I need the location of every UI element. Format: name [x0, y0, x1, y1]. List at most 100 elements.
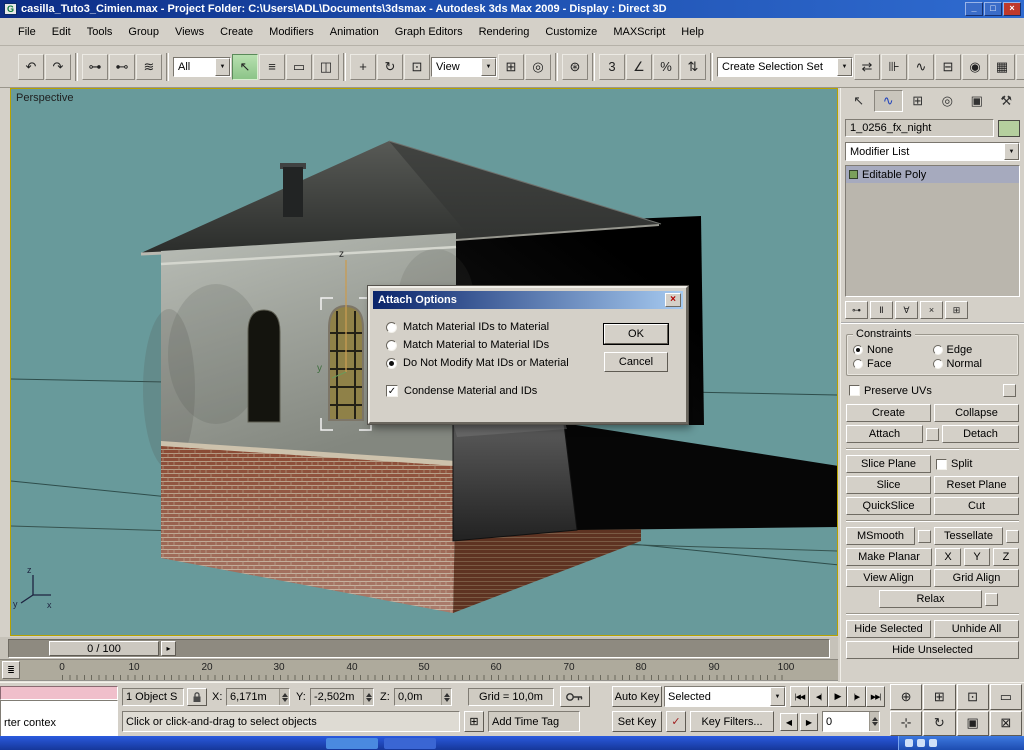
tab-modify[interactable]: ∿	[874, 90, 904, 112]
tessellate-settings-button[interactable]	[1006, 530, 1019, 543]
chevron-down-icon[interactable]: ▼	[1004, 143, 1019, 160]
maxscript-listener-white[interactable]: rter contex	[0, 700, 118, 737]
spinner[interactable]	[869, 712, 879, 731]
radio-match-material-to-ids[interactable]: Match Material to Material IDs	[386, 339, 549, 351]
restore-button[interactable]: □	[984, 2, 1002, 16]
snap-toggle-button[interactable]: 3	[599, 54, 625, 80]
mirror-button[interactable]: ⇄	[854, 54, 880, 80]
tessellate-button[interactable]: Tessellate	[934, 527, 1003, 545]
tab-display[interactable]: ▣	[962, 90, 992, 112]
stack-item-editable-poly[interactable]: Editable Poly	[846, 166, 1019, 183]
slice-button[interactable]: Slice	[846, 476, 931, 494]
y-coordinate-field[interactable]: -2,502m	[310, 688, 374, 706]
select-rotate-button[interactable]: ↻	[377, 54, 403, 80]
tab-hierarchy[interactable]: ⊞	[903, 90, 933, 112]
grid-align-button[interactable]: Grid Align	[934, 569, 1019, 587]
create-button[interactable]: Create	[846, 404, 931, 422]
dialog-title-bar[interactable]: Attach Options ×	[373, 291, 683, 309]
unhide-all-button[interactable]: Unhide All	[934, 620, 1019, 638]
time-mode-dropdown[interactable]: Selected ▼	[664, 686, 786, 707]
rectangular-region-button[interactable]: ▭	[286, 54, 312, 80]
slice-plane-button[interactable]: Slice Plane	[846, 455, 931, 473]
timeline-ruler[interactable]: 0 10 20 30 40 50 60 70 80 90 100	[0, 659, 838, 682]
menu-tools[interactable]: Tools	[79, 23, 121, 41]
crossing-region-button[interactable]: ◫	[313, 54, 339, 80]
x-coordinate-field[interactable]: 6,171m	[226, 688, 290, 706]
condense-material-checkbox[interactable]: ✓ Condense Material and IDs	[386, 385, 537, 397]
previous-frame-button[interactable]: ◀|	[809, 686, 828, 707]
msmooth-button[interactable]: MSmooth	[846, 527, 915, 545]
pan-button[interactable]: ⊹	[890, 711, 922, 737]
open-mini-curve-editor-button[interactable]: ≣	[2, 661, 20, 679]
next-key-button[interactable]: ▶	[800, 713, 818, 731]
select-by-name-button[interactable]: ≡	[259, 54, 285, 80]
close-button[interactable]: ×	[1003, 2, 1021, 16]
split-checkbox[interactable]	[936, 459, 947, 470]
viewport-label[interactable]: Perspective	[16, 92, 73, 104]
tab-create[interactable]: ↖	[844, 90, 874, 112]
time-tag-button[interactable]: ⊞	[464, 711, 484, 732]
key-filter-toggle-button[interactable]: ✓	[666, 711, 686, 732]
taskbar-button[interactable]	[326, 738, 378, 749]
split-checkbox-row[interactable]: Split	[934, 458, 1019, 470]
constraint-edge-radio[interactable]: Edge	[933, 344, 1013, 356]
chevron-down-icon[interactable]: ▼	[215, 58, 230, 76]
time-slider-track[interactable]: 0 / 100 ▸	[8, 639, 830, 658]
auto-key-button[interactable]: Auto Key	[612, 686, 662, 707]
dialog-close-button[interactable]: ×	[665, 293, 681, 307]
zoom-all-button[interactable]: ⊞	[923, 684, 955, 710]
slider-next-button[interactable]: ▸	[161, 641, 176, 656]
selection-lock-button[interactable]	[187, 688, 207, 706]
go-to-start-button[interactable]: |◀◀	[790, 686, 809, 707]
constraint-none-radio[interactable]: None	[853, 344, 933, 356]
field-of-view-button[interactable]: ▣	[957, 711, 989, 737]
hide-unselected-button[interactable]: Hide Unselected	[846, 641, 1019, 659]
z-coordinate-field[interactable]: 0,0m	[394, 688, 452, 706]
angle-snap-button[interactable]: ∠	[626, 54, 652, 80]
attached-gray-box[interactable]	[453, 416, 577, 541]
redo-button[interactable]: ↷	[45, 54, 71, 80]
ok-button[interactable]: OK	[604, 324, 668, 344]
title-bar[interactable]: G casilla_Tuto3_Cimien.max - Project Fol…	[0, 0, 1024, 18]
radio-match-ids-to-material[interactable]: Match Material IDs to Material	[386, 321, 549, 333]
relax-button[interactable]: Relax	[879, 590, 982, 608]
zoom-region-button[interactable]: ▭	[990, 684, 1022, 710]
preserve-uvs-settings-button[interactable]	[1003, 384, 1016, 397]
play-button[interactable]: ▶	[828, 686, 847, 707]
pin-stack-button[interactable]: ⊶	[845, 301, 868, 319]
make-planar-button[interactable]: Make Planar	[846, 548, 932, 566]
msmooth-settings-button[interactable]	[918, 530, 931, 543]
menu-file[interactable]: File	[10, 23, 44, 41]
collapse-button[interactable]: Collapse	[934, 404, 1019, 422]
object-color-swatch[interactable]	[998, 120, 1020, 137]
cancel-button[interactable]: Cancel	[604, 352, 668, 372]
menu-modifiers[interactable]: Modifiers	[261, 23, 322, 41]
select-manipulate-button[interactable]: ⊛	[562, 54, 588, 80]
tray-icon[interactable]	[929, 739, 937, 747]
select-scale-button[interactable]: ⊡	[404, 54, 430, 80]
render-setup-button[interactable]: ▦	[989, 54, 1015, 80]
select-move-button[interactable]: +	[350, 54, 376, 80]
schematic-view-button[interactable]: ⊟	[935, 54, 961, 80]
menu-help[interactable]: Help	[673, 23, 712, 41]
quickslice-button[interactable]: QuickSlice	[846, 497, 931, 515]
go-to-end-button[interactable]: ▶▶|	[866, 686, 885, 707]
radio-do-not-modify[interactable]: Do Not Modify Mat IDs or Material	[386, 357, 569, 369]
configure-modifier-sets-button[interactable]: ⊞	[945, 301, 968, 319]
hide-selected-button[interactable]: Hide Selected	[846, 620, 931, 638]
make-unique-button[interactable]: ∀	[895, 301, 918, 319]
tab-motion[interactable]: ◎	[933, 90, 963, 112]
menu-edit[interactable]: Edit	[44, 23, 79, 41]
select-link-button[interactable]: ⊶	[82, 54, 108, 80]
unlink-button[interactable]: ⊷	[109, 54, 135, 80]
key-filters-button[interactable]: Key Filters...	[690, 711, 774, 732]
spinner[interactable]	[363, 689, 373, 705]
orbit-button[interactable]: ↻	[923, 711, 955, 737]
maximize-viewport-button[interactable]: ⊠	[990, 711, 1022, 737]
select-object-button[interactable]: ↖	[232, 54, 258, 80]
constraint-normal-radio[interactable]: Normal	[933, 358, 1013, 370]
add-time-tag-field[interactable]: Add Time Tag	[488, 711, 580, 732]
view-align-button[interactable]: View Align	[846, 569, 931, 587]
show-end-result-button[interactable]: Ⅱ	[870, 301, 893, 319]
menu-graph-editors[interactable]: Graph Editors	[387, 23, 471, 41]
